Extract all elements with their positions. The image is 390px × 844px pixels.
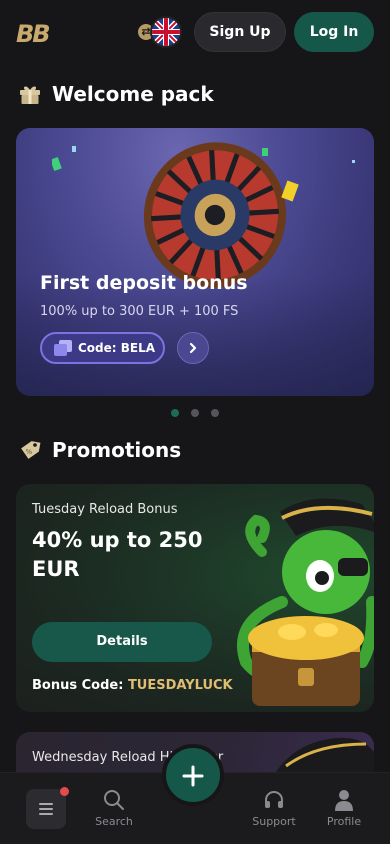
copy-icon [54,340,72,356]
promotion-title: 40% up to 250 EUR [32,528,203,581]
welcome-section-header: Welcome pack [18,80,214,108]
menu-button[interactable] [26,789,66,829]
bonus-code-label: Code: BELA [78,341,156,355]
nav-label: Profile [326,815,362,828]
tag-icon: % [21,441,41,459]
next-arrow-button[interactable] [177,332,209,364]
bonus-subtitle: 100% up to 300 EUR + 100 FS [40,304,239,319]
carousel-dot[interactable] [211,409,219,417]
welcome-bonus-card[interactable]: First deposit bonus 100% up to 300 EUR +… [16,128,374,396]
menu-icon [39,803,53,815]
nav-label: Support [252,815,296,828]
carousel-pagination [171,409,219,417]
bonus-code-value[interactable]: TUESDAYLUCK [128,678,233,693]
carousel-dot[interactable] [191,409,199,417]
log-in-button[interactable]: Log In [294,12,374,52]
search-icon [104,790,124,810]
notification-badge [60,787,69,796]
svg-text:%: % [26,448,33,456]
sign-up-button[interactable]: Sign Up [194,12,286,52]
brand-logo[interactable]: BB [16,20,51,48]
pirate-hat-illustration [276,737,374,772]
user-icon [335,790,353,811]
nav-profile[interactable]: Profile [318,773,370,844]
gift-icon [20,86,40,104]
bonus-code-line: Bonus Code: TUESDAYLUCK [32,678,233,693]
octopus-pirate-illustration [236,498,374,706]
promotion-card[interactable]: Tuesday Reload Bonus 40% up to 250 EUR D… [16,484,374,712]
bonus-code-prefix: Bonus Code: [32,678,128,693]
section-title: Welcome pack [52,82,214,106]
confetti-decoration [52,146,355,202]
uk-flag-icon [150,16,182,48]
carousel-dot[interactable] [171,409,179,417]
headset-icon [265,791,283,808]
plus-action-button[interactable] [162,744,224,806]
plus-icon [182,765,204,786]
promotions-section-header: % Promotions [18,436,181,464]
details-button[interactable]: Details [32,622,212,662]
chevron-right-icon [189,342,197,354]
nav-label: Search [95,815,133,828]
promotion-subtitle: Tuesday Reload Bonus [32,502,178,517]
language-selector[interactable]: ⇄ [138,16,186,48]
bonus-code-button[interactable]: Code: BELA [40,332,165,364]
nav-search[interactable]: Search [88,773,140,844]
nav-support[interactable]: Support [246,773,302,844]
bonus-title: First deposit bonus [40,272,248,294]
section-title: Promotions [52,438,182,462]
top-header: BB ⇄ Sign Up Log In [0,0,390,64]
